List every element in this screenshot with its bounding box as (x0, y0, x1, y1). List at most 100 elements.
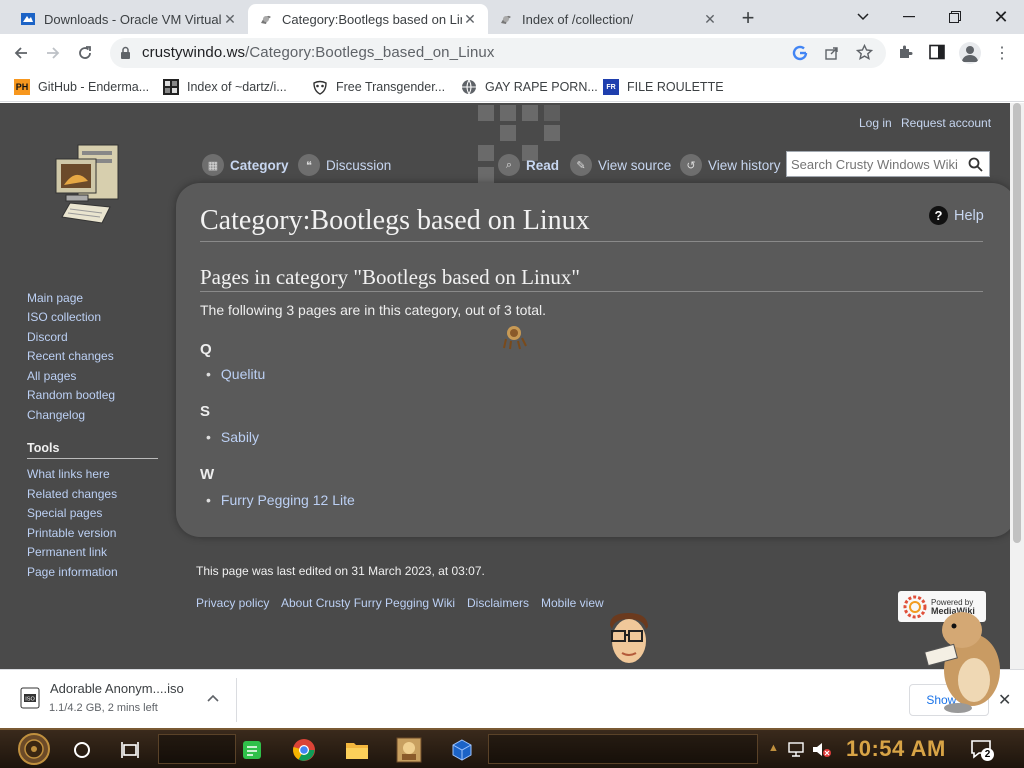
tab-strip: Downloads - Oracle VM VirtualBox ✕ Categ… (0, 0, 1024, 34)
privacy-policy-link[interactable]: Privacy policy (196, 596, 269, 610)
taskbar-app-game[interactable] (395, 736, 423, 764)
close-window-button[interactable]: ✕ (978, 0, 1024, 34)
extensions-icon[interactable] (897, 44, 914, 61)
close-download-shelf-button[interactable]: ✕ (998, 690, 1011, 710)
request-account-link[interactable]: Request account (901, 116, 991, 130)
category-page-link[interactable]: Furry Pegging 12 Lite (206, 492, 355, 508)
bookmark-dartz[interactable]: Index of ~dartz/i... (163, 77, 287, 97)
lock-icon[interactable] (120, 46, 131, 60)
sidebar-item-recent-changes[interactable]: Recent changes (27, 349, 114, 363)
sidebar-item-main-page[interactable]: Main page (27, 291, 83, 305)
tab-category-nav[interactable]: ▦ Category (202, 153, 289, 177)
read-label: Read (526, 157, 560, 173)
bookmark-github[interactable]: PH GitHub - Enderma... (14, 77, 149, 97)
sidebar-item-special-pages[interactable]: Special pages (27, 506, 102, 520)
download-item[interactable]: ISO Adorable Anonym....iso 1.1/4.2 GB, 2… (12, 678, 236, 720)
start-button[interactable] (14, 732, 54, 766)
network-icon[interactable] (788, 742, 806, 757)
sidebar-item-what-links-here[interactable]: What links here (27, 467, 110, 481)
new-tab-button[interactable]: + (734, 5, 762, 31)
google-lens-icon[interactable] (792, 45, 808, 61)
tab-search-button[interactable] (840, 0, 886, 34)
tab-view-source[interactable]: ✎ View source (570, 153, 671, 177)
sidebar-item-random-bootleg[interactable]: Random bootleg (27, 388, 115, 402)
side-panel-icon[interactable] (929, 44, 945, 60)
magnifier-icon: ⌕ (498, 154, 520, 176)
bookmark-globe[interactable]: GAY RAPE PORN... (461, 77, 598, 97)
cortana-button[interactable] (68, 736, 96, 764)
category-label: Category (230, 157, 289, 173)
tray-overflow-icon[interactable]: ▲ (768, 742, 779, 754)
taskbar-app-virtualbox[interactable] (448, 736, 476, 764)
profile-avatar[interactable] (959, 42, 981, 64)
content-area: ? Help Category:Bootlegs based on Linux … (176, 183, 1016, 537)
taskbar-panel (488, 734, 758, 764)
bookmark-file-roulette[interactable]: FR FILE ROULETTE (603, 77, 724, 97)
sidebar-item-all-pages[interactable]: All pages (27, 369, 76, 383)
login-link[interactable]: Log in (859, 116, 892, 130)
share-icon[interactable] (824, 45, 840, 61)
browser-menu-button[interactable]: ⋮ (994, 42, 1010, 64)
speech-bubble-icon: ❝ (298, 154, 320, 176)
download-filename: Adorable Anonym....iso (50, 681, 184, 696)
sidebar-item-changelog[interactable]: Changelog (27, 408, 85, 422)
group-letter: W (200, 466, 215, 483)
bookmark-transgender[interactable]: Free Transgender... (312, 77, 445, 97)
reload-icon (79, 46, 91, 59)
taskbar: ▲ 10:54 AM 2 (0, 728, 1024, 768)
tab-collection[interactable]: Index of /collection/ ✕ (488, 4, 728, 34)
tab-discussion[interactable]: ❝ Discussion (298, 153, 391, 177)
help-label: Help (954, 207, 984, 224)
reload-button[interactable] (70, 38, 100, 68)
browser-toolbar: crustywindo.ws/Category:Bootlegs_based_o… (0, 34, 1024, 72)
taskbar-app-explorer[interactable] (343, 736, 371, 764)
volume-muted-icon[interactable] (812, 741, 832, 758)
sidebar-item-iso-collection[interactable]: ISO collection (27, 310, 101, 324)
sidebar-item-page-information[interactable]: Page information (27, 565, 118, 579)
clock-time[interactable]: 10:54 AM (846, 736, 946, 762)
task-view-button[interactable] (116, 736, 144, 764)
help-link[interactable]: ? Help (929, 206, 984, 225)
address-bar[interactable]: crustywindo.ws/Category:Bootlegs_based_o… (110, 38, 886, 68)
sidebar-item-printable-version[interactable]: Printable version (27, 526, 116, 540)
taskbar-app-chrome[interactable] (290, 736, 318, 764)
sticky-notes-icon (243, 741, 261, 759)
tab-category[interactable]: Category:Bootlegs based on Linux ✕ (248, 4, 488, 34)
tab-virtualbox[interactable]: Downloads - Oracle VM VirtualBox ✕ (10, 4, 248, 34)
bookmark-label: GAY RAPE PORN... (485, 80, 598, 94)
category-grid-icon: ▦ (202, 154, 224, 176)
minimize-button[interactable] (886, 0, 932, 34)
close-tab-icon[interactable]: ✕ (702, 11, 718, 28)
action-center-button[interactable]: 2 (970, 739, 994, 761)
tab-read[interactable]: ⌕ Read (498, 153, 559, 177)
cursor-pet-icon (503, 326, 527, 350)
page-scrollbar[interactable] (1010, 103, 1024, 669)
category-page-link[interactable]: Sabily (206, 429, 259, 445)
bookmark-star-icon[interactable] (856, 44, 873, 61)
sidebar-item-related-changes[interactable]: Related changes (27, 487, 117, 501)
category-page-link[interactable]: Quelitu (206, 366, 265, 382)
sidebar-item-permanent-link[interactable]: Permanent link (27, 545, 107, 559)
pencil-icon: ✎ (570, 154, 592, 176)
bookmark-label: FILE ROULETTE (627, 80, 724, 94)
tab-view-history[interactable]: ↺ View history (680, 153, 781, 177)
sidebar-item-discord[interactable]: Discord (27, 330, 68, 344)
minimize-icon (903, 16, 915, 18)
disclaimers-link[interactable]: Disclaimers (467, 596, 529, 610)
chevron-up-icon[interactable] (207, 694, 219, 702)
mobile-view-link[interactable]: Mobile view (541, 596, 604, 610)
taskbar-app-notes[interactable] (238, 736, 266, 764)
game-app-icon (396, 737, 422, 763)
close-tab-icon[interactable]: ✕ (222, 11, 238, 28)
site-logo[interactable] (52, 141, 124, 225)
wiki-search-input[interactable] (791, 156, 961, 173)
about-link[interactable]: About Crusty Furry Pegging Wiki (281, 596, 455, 610)
search-icon[interactable] (968, 157, 983, 172)
group-letter: S (200, 403, 211, 420)
restore-button[interactable] (932, 0, 978, 34)
page-count-text: The following 3 pages are in this catego… (200, 302, 547, 318)
close-tab-icon[interactable]: ✕ (462, 11, 478, 28)
forward-button[interactable] (38, 38, 68, 68)
back-button[interactable] (6, 38, 36, 68)
scrollbar-thumb[interactable] (1013, 103, 1021, 543)
